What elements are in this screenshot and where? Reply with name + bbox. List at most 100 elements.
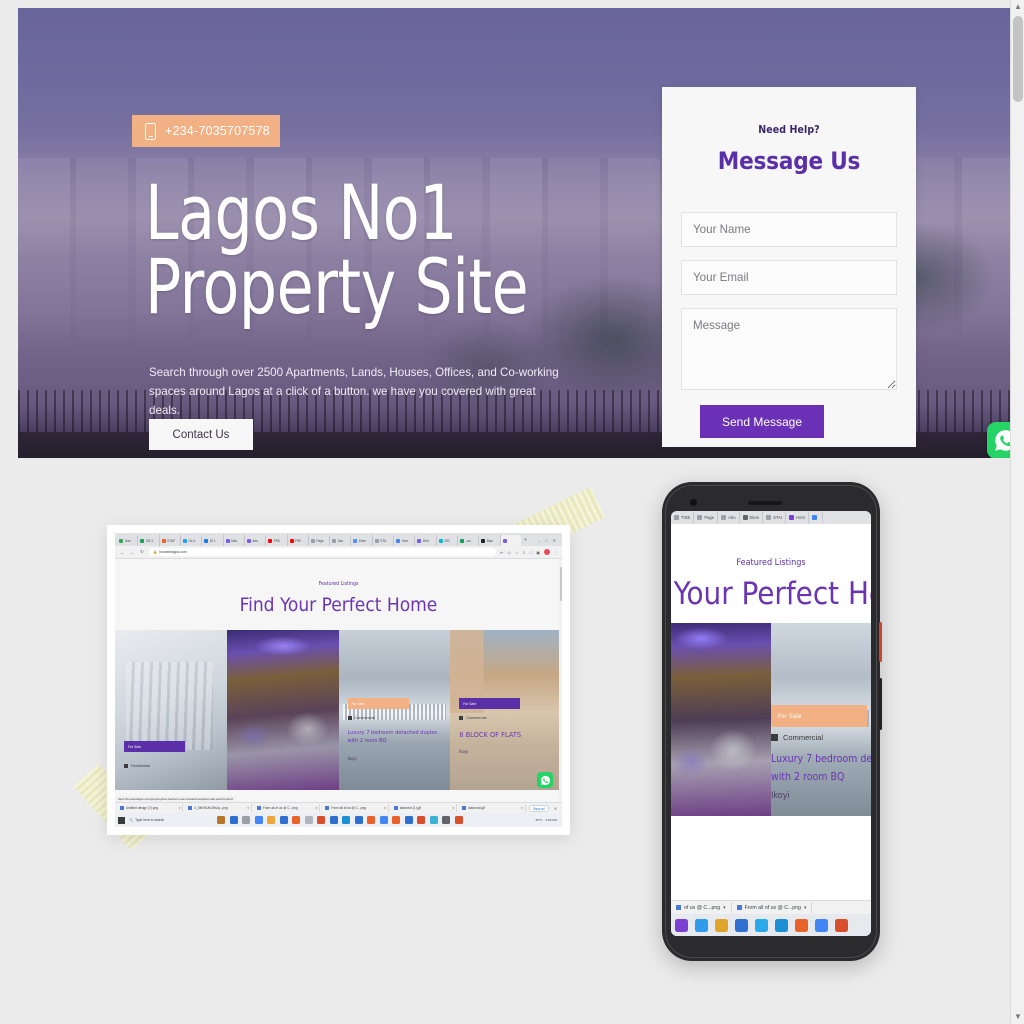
browser-tab[interactable]: Blac [479, 535, 501, 546]
taskbar-app-icon[interactable] [735, 918, 748, 932]
taskbar-app-icon[interactable] [242, 816, 250, 824]
chevron-down-icon[interactable]: ▾ [384, 806, 386, 810]
kebab-menu-icon[interactable]: ⋮ [554, 550, 558, 555]
browser-tab[interactable]: FRE [287, 535, 309, 546]
browser-tab[interactable]: STAF [159, 535, 181, 546]
name-field[interactable] [681, 212, 897, 247]
browser-tab[interactable] [500, 535, 521, 546]
reload-icon[interactable]: ↻ [139, 549, 145, 555]
taskbar-app-icon[interactable] [304, 816, 313, 824]
phone-volume-button[interactable] [879, 678, 882, 730]
taskbar-app-icon[interactable] [367, 816, 375, 824]
taskbar-search-box[interactable]: 🔍 Type here to search [129, 815, 207, 825]
page-scrollbar-thumb[interactable] [559, 567, 562, 601]
browser-tab[interactable]: Hom [394, 535, 416, 546]
taskbar-app-icon[interactable] [775, 918, 788, 932]
download-item[interactable]: From all of us @ C...png ▾ [732, 902, 813, 913]
taskbar-app-icon[interactable] [354, 816, 363, 824]
chevron-down-icon[interactable]: ▾ [804, 905, 807, 911]
listing-card[interactable] [226, 630, 339, 790]
chevron-down-icon[interactable]: ▾ [521, 806, 523, 810]
taskbar-clock-time[interactable]: 3:53 PM [545, 818, 557, 822]
download-item[interactable]: From all of us @ C...png ▾ [254, 804, 321, 812]
listing-card[interactable] [671, 623, 771, 816]
taskbar-app-icon[interactable] [292, 816, 300, 824]
taskbar-app-icon[interactable] [329, 816, 338, 824]
scrollbar-down-arrow[interactable]: ▼ [1011, 1010, 1024, 1024]
download-item[interactable]: 0_5lKHGAVJfbUq...png ▾ [186, 804, 252, 812]
browser-tab[interactable]: Page [694, 512, 719, 523]
download-item[interactable]: diamond (1).gif ▾ [391, 804, 458, 812]
maximize-button[interactable]: □ [545, 535, 547, 546]
chevron-down-icon[interactable]: ▾ [453, 806, 455, 810]
taskbar-app-icon[interactable] [755, 918, 768, 932]
taskbar-app-icon[interactable] [267, 816, 275, 824]
page-scrollbar[interactable] [559, 559, 562, 802]
profile-avatar[interactable] [544, 549, 550, 555]
browser-tab[interactable]: Abo [718, 512, 740, 523]
whatsapp-icon[interactable] [537, 772, 553, 788]
browser-tab[interactable]: FRE [266, 535, 288, 546]
close-icon[interactable]: ✕ [552, 806, 559, 811]
browser-tab[interactable]: Man [117, 535, 139, 546]
taskbar-app-icon[interactable] [229, 816, 238, 824]
minimize-button[interactable]: – [538, 535, 540, 546]
chevron-down-icon[interactable]: ▾ [316, 806, 318, 810]
browser-scrollbar[interactable]: ▲ ▼ [1010, 0, 1024, 1024]
taskbar-app-icon[interactable] [342, 816, 350, 824]
browser-tab[interactable]: Elem [740, 512, 764, 523]
taskbar-app-icon[interactable] [429, 816, 438, 824]
chevron-down-icon[interactable]: ▾ [723, 905, 726, 911]
browser-tab[interactable]: Elem [351, 535, 373, 546]
send-message-button[interactable]: Send Message [700, 405, 824, 438]
message-field[interactable] [681, 308, 897, 390]
download-item[interactable]: of us @ C...png ▾ [671, 902, 732, 913]
scrollbar-thumb[interactable] [1013, 16, 1023, 102]
chevron-down-icon[interactable]: ▾ [179, 806, 181, 810]
browser-tab[interactable]: Mes [223, 535, 245, 546]
taskbar-app-icon[interactable] [795, 918, 808, 932]
downloads-show-all-button[interactable]: Show all [528, 804, 549, 812]
phone-power-button[interactable] [879, 622, 882, 662]
listing-card[interactable]: For Sale Commercial Luxury 7 bedroom det… [771, 623, 871, 816]
taskbar-app-icon[interactable] [417, 816, 425, 824]
listing-card[interactable]: For Sale Commercial Luxury 7 bedroom det… [338, 630, 451, 790]
taskbar-app-icon[interactable] [279, 816, 288, 824]
taskbar-app-icon[interactable] [442, 816, 450, 824]
bookmark-star-icon[interactable]: ☆ [515, 550, 519, 555]
back-arrow-icon[interactable]: ← [119, 550, 125, 555]
listing-card[interactable]: For Sale Commercial 8 BLOCK OF FLATS Iko… [450, 630, 562, 790]
forward-arrow-icon[interactable]: → [129, 550, 135, 555]
browser-tab[interactable]: STAI [763, 512, 787, 523]
whatsapp-icon[interactable] [987, 422, 1010, 458]
cast-icon[interactable]: □ [530, 550, 532, 555]
browser-tab[interactable]: OS X [138, 535, 160, 546]
address-bar[interactable]: 🔒 houseinlagos.com [149, 548, 497, 556]
browser-tab[interactable]: Hom [786, 512, 809, 523]
contact-us-button[interactable]: Contact Us [149, 419, 253, 450]
scrollbar-up-arrow[interactable]: ▲ [1011, 0, 1024, 14]
browser-tab[interactable]: ID 1 [202, 535, 224, 546]
taskbar-app-icon[interactable] [454, 816, 463, 824]
taskbar-app-icon[interactable] [675, 918, 688, 932]
browser-tab[interactable]: 2SC [436, 535, 458, 546]
downloads-icon[interactable]: ⇩ [522, 550, 525, 555]
browser-tab[interactable]: Page [308, 535, 331, 546]
browser-tab[interactable]: Abo [330, 535, 352, 546]
taskbar-app-icon[interactable] [217, 816, 225, 824]
browser-tab[interactable]: Lau [458, 535, 480, 546]
download-item[interactable]: Untitled design (7).png ▾ [118, 804, 184, 812]
share-icon[interactable]: ⇤ [500, 550, 503, 555]
taskbar-app-icon[interactable] [815, 918, 828, 932]
close-button[interactable]: ✕ [553, 535, 556, 546]
taskbar-app-icon[interactable] [715, 918, 728, 932]
taskbar-app-icon[interactable] [404, 816, 413, 824]
taskbar-app-icon[interactable] [835, 918, 848, 932]
taskbar-weather[interactable]: 35°C [536, 818, 543, 822]
taskbar-app-icon[interactable] [317, 816, 325, 824]
browser-tab[interactable] [809, 512, 823, 523]
taskbar-app-icon[interactable] [254, 816, 263, 824]
browser-tab[interactable]: Deb [415, 535, 437, 546]
taskbar-app-icon[interactable] [379, 816, 388, 824]
chevron-down-icon[interactable]: ▾ [247, 806, 249, 810]
